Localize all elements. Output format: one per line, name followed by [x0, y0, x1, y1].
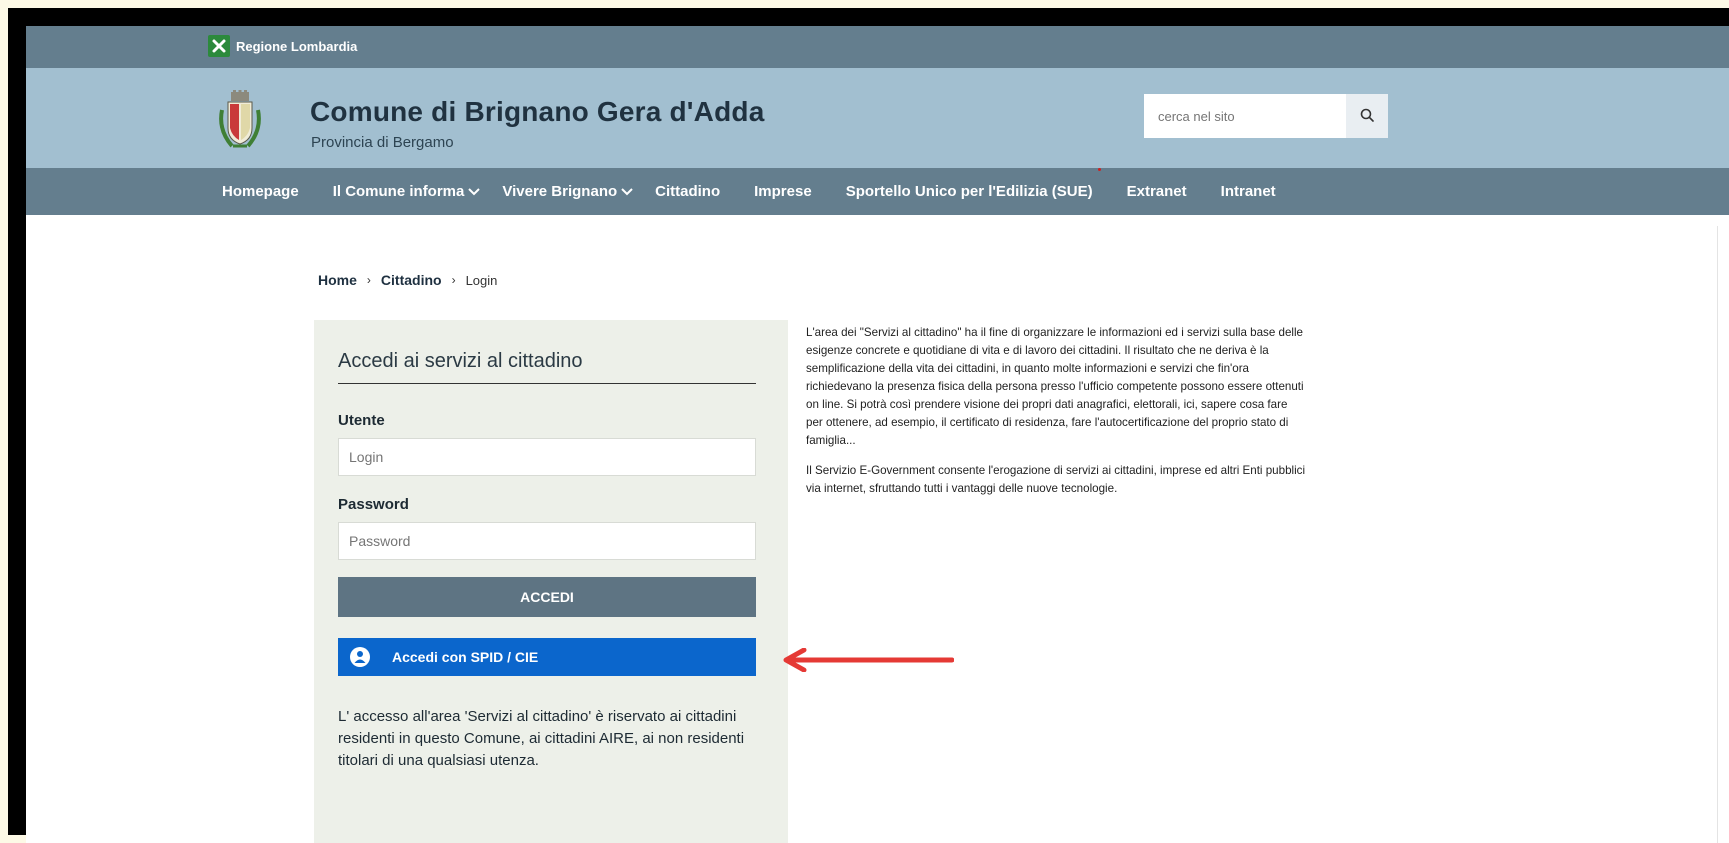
nav-item-cittadino[interactable]: Cittadino: [655, 183, 720, 200]
nav-item-label: Cittadino: [655, 183, 721, 200]
nav-item-sue[interactable]: Sportello Unico per l'Edilizia (SUE): [846, 183, 1093, 200]
region-link[interactable]: Regione Lombardia: [208, 35, 357, 57]
region-bar: Regione Lombardia: [26, 26, 1729, 68]
info-paragraph: L'area dei "Servizi al cittadino" ha il …: [806, 326, 1304, 447]
services-info: L'area dei "Servizi al cittadino" ha il …: [806, 324, 1306, 498]
nav-item-label: Sportello Unico per l'Edilizia (SUE): [845, 183, 1093, 200]
screenshot-frame: Regione Lombardia Comune di Brignano Ger…: [8, 8, 1729, 843]
annotation-arrow-icon: [782, 647, 955, 677]
password-input[interactable]: [338, 522, 756, 560]
nav-item-label: Vivere Brignano: [502, 183, 618, 200]
breadcrumb-cittadino[interactable]: Cittadino: [381, 272, 442, 288]
breadcrumb-separator: ›: [451, 273, 456, 287]
search-icon: [1360, 108, 1374, 125]
login-title: Accedi ai servizi al cittadino: [338, 350, 756, 384]
site-subtitle: Provincia di Bergamo: [311, 134, 454, 151]
search-box: [1144, 94, 1388, 138]
access-note: L' accesso all'area 'Servizi al cittadin…: [338, 708, 745, 769]
nav-item-label: Intranet: [1220, 183, 1276, 200]
municipal-crest-icon[interactable]: [218, 90, 262, 152]
breadcrumb-home[interactable]: Home: [318, 272, 357, 288]
nav-item-extranet[interactable]: Extranet: [1127, 183, 1187, 200]
site-header: Comune di Brignano Gera d'Adda Provincia…: [26, 68, 1729, 168]
browser-viewport: Regione Lombardia Comune di Brignano Ger…: [26, 26, 1729, 843]
nav-item-label: Imprese: [754, 183, 812, 200]
password-label: Password: [338, 496, 409, 513]
user-label: Utente: [338, 412, 385, 429]
site-title[interactable]: Comune di Brignano Gera d'Adda: [310, 96, 764, 128]
main-nav: Homepage Il Comune informa Vivere Brigna…: [26, 168, 1729, 215]
nav-item-label: Il Comune informa: [332, 183, 465, 200]
nav-item-imprese[interactable]: Imprese: [754, 183, 812, 200]
nav-item-vivere-brignano[interactable]: Vivere Brignano: [502, 183, 633, 200]
nav-item-label: Homepage: [222, 183, 299, 200]
search-button[interactable]: [1346, 94, 1388, 138]
nav-item-comune-informa[interactable]: Il Comune informa: [333, 183, 481, 200]
user-icon: [350, 647, 370, 667]
chevron-down-icon: [468, 183, 481, 200]
nav-item-label: Extranet: [1126, 183, 1187, 200]
breadcrumb-separator: ›: [366, 273, 371, 287]
breadcrumb: Home › Cittadino › Login: [318, 272, 497, 288]
nav-item-intranet[interactable]: Intranet: [1221, 183, 1276, 200]
spid-button-label: Accedi con SPID / CIE: [392, 649, 539, 665]
page-scrollbar[interactable]: [1717, 226, 1729, 843]
search-input[interactable]: [1144, 94, 1346, 138]
spid-cie-login-button[interactable]: Accedi con SPID / CIE: [338, 638, 756, 676]
accedi-button[interactable]: ACCEDI: [338, 577, 756, 617]
info-paragraph: Il Servizio E-Government consente l'erog…: [806, 464, 1306, 495]
nav-item-homepage[interactable]: Homepage: [222, 183, 299, 200]
login-input[interactable]: [338, 438, 756, 476]
chevron-down-icon: [621, 183, 633, 200]
login-panel: Accedi ai servizi al cittadino Utente Pa…: [314, 320, 788, 843]
region-label: Regione Lombardia: [236, 38, 358, 54]
lombardia-logo-icon: [208, 35, 230, 57]
red-dot-marker: [1098, 168, 1101, 171]
breadcrumb-current: Login: [465, 272, 498, 288]
